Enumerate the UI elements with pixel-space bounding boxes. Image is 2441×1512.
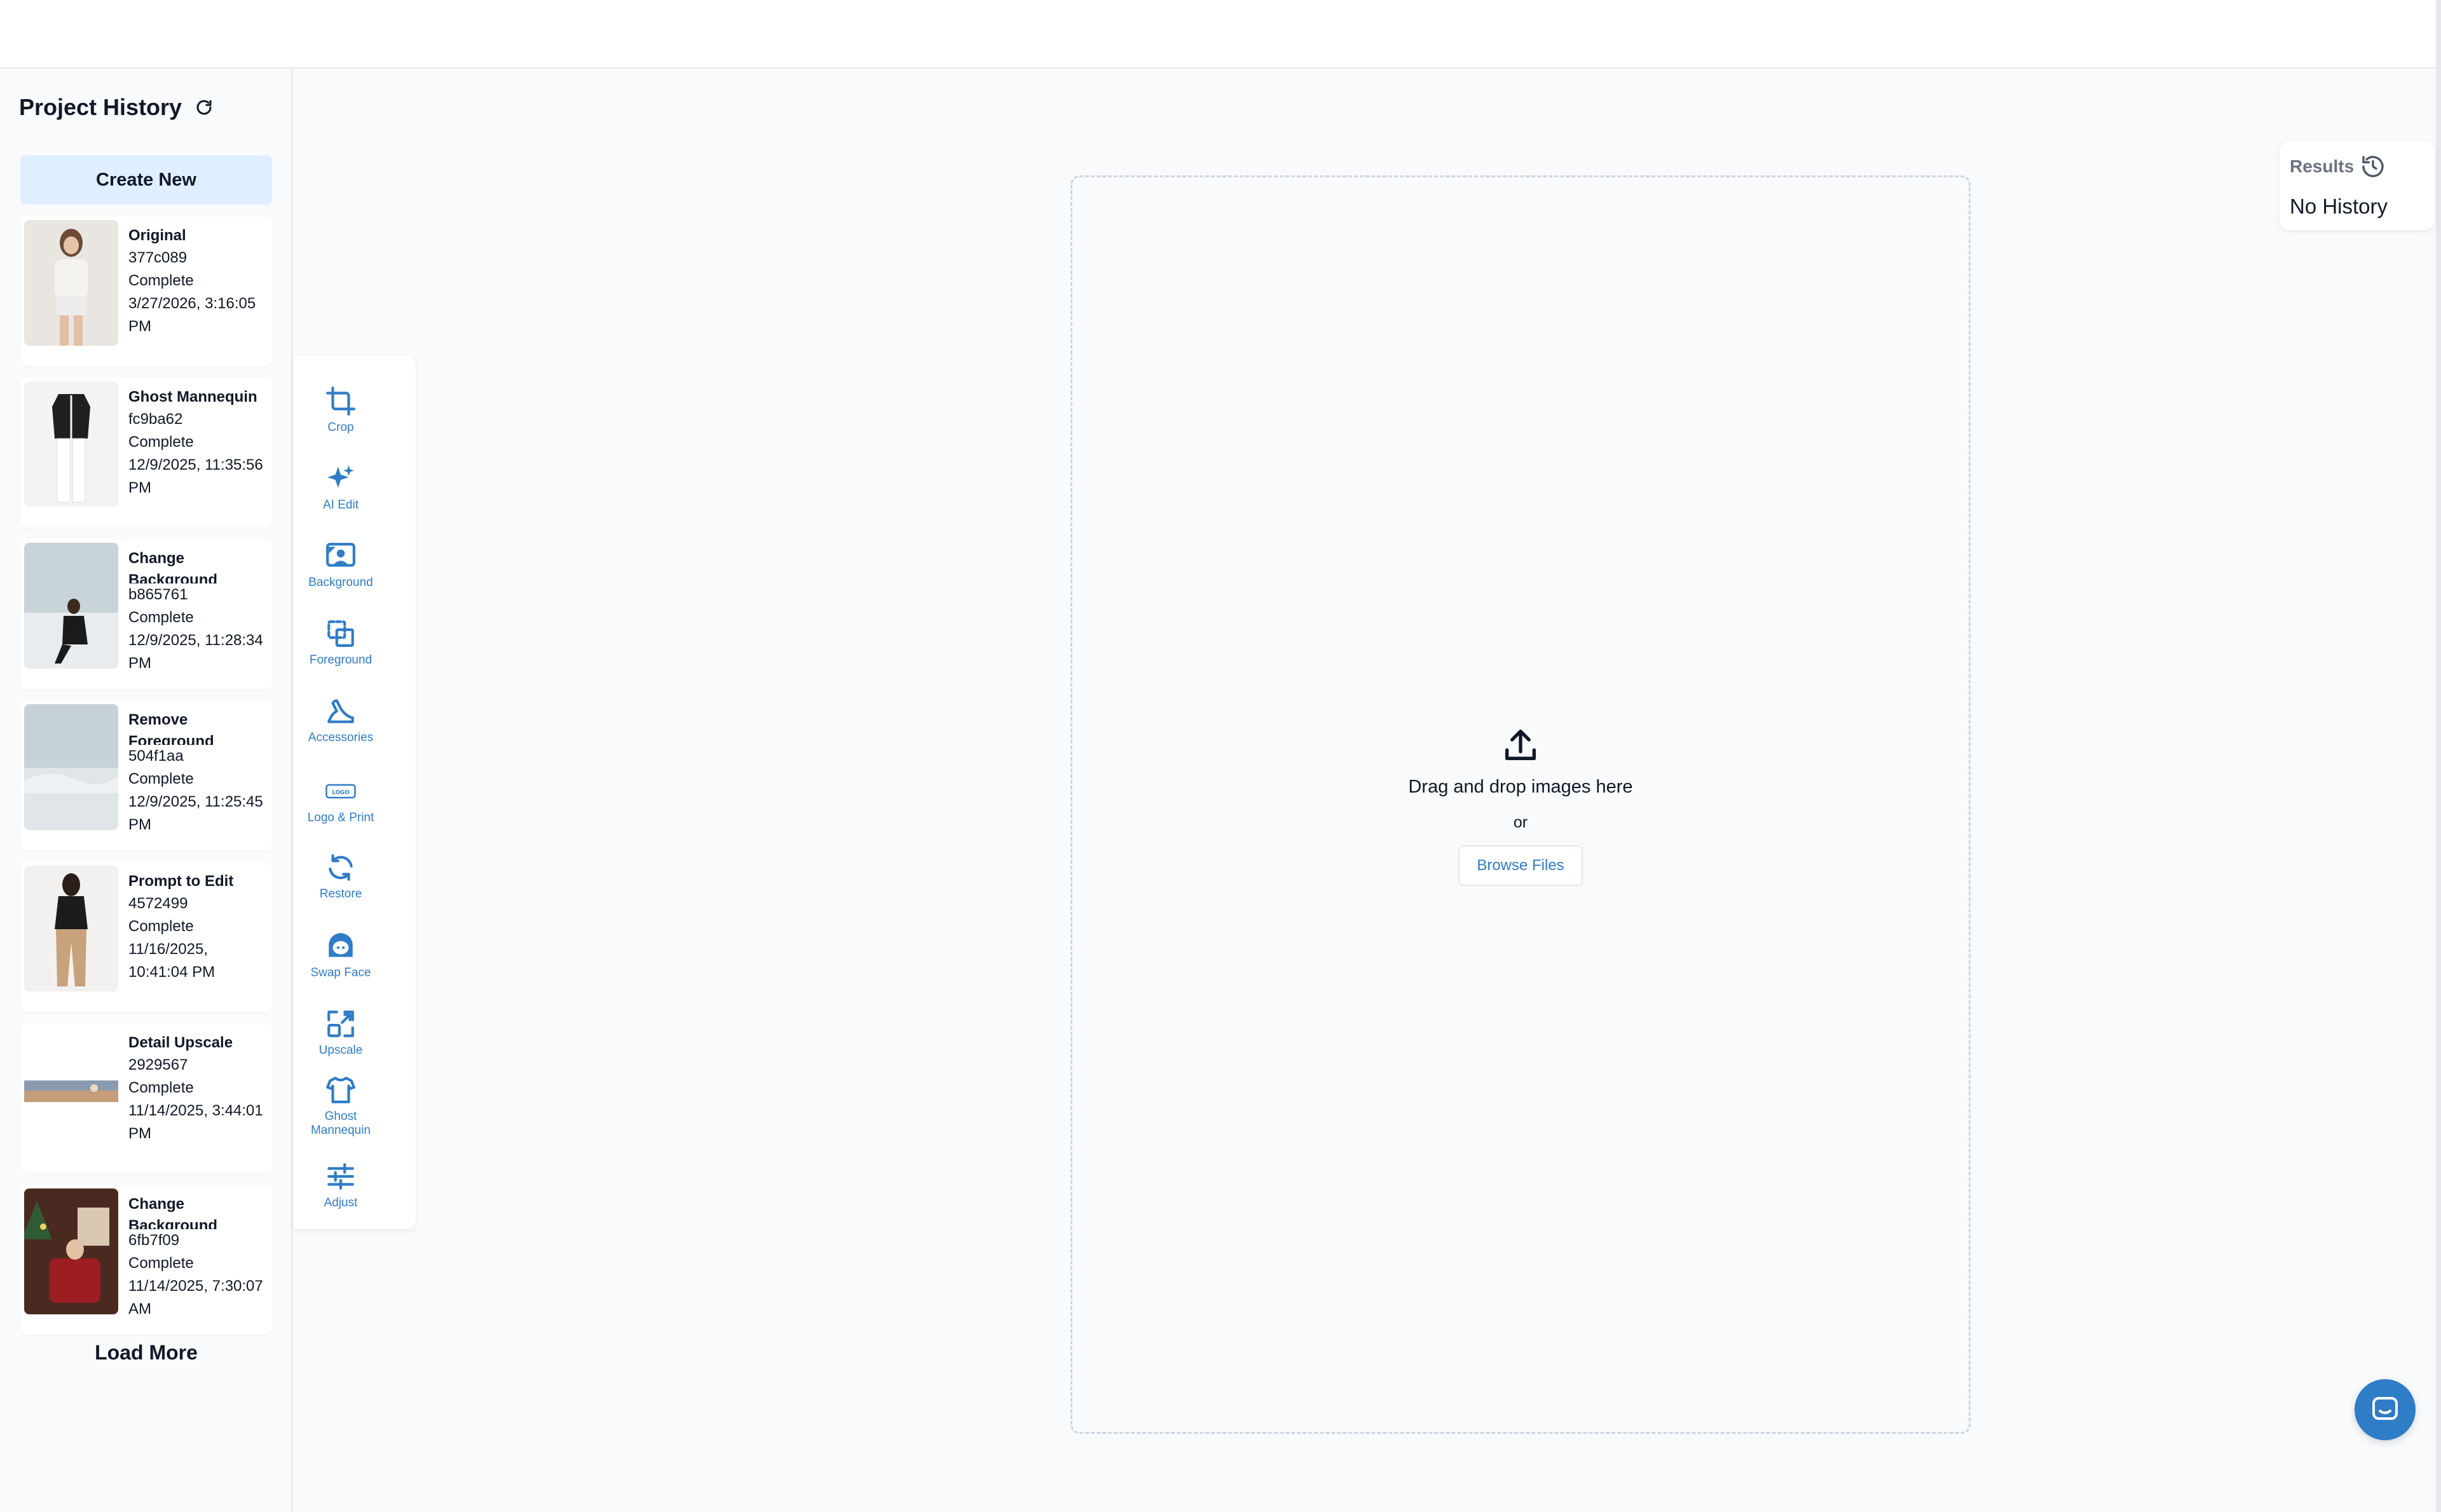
card-title: Ghost Mannequin [128, 388, 257, 405]
history-card[interactable]: Remove Foreground 504f1aa Complete 12/9/… [20, 700, 272, 850]
image-dropzone[interactable] [1070, 175, 1971, 1434]
dropzone-text: Drag and drop images here [1408, 777, 1633, 797]
background-icon [294, 540, 388, 572]
window-edge [2436, 0, 2441, 1512]
card-status: Complete [128, 272, 194, 289]
tool-background[interactable]: Background [294, 540, 388, 590]
tool-swap-face[interactable]: Swap Face [294, 930, 388, 980]
history-icon[interactable] [2360, 154, 2386, 179]
shirt-icon [294, 1074, 388, 1106]
face-icon [294, 930, 388, 962]
sidebar-title: Project History [19, 94, 182, 120]
tool-restore[interactable]: Restore [294, 852, 388, 901]
chat-icon [2370, 1394, 2400, 1425]
card-title: Detail Upscale [128, 1034, 233, 1051]
tool-label: Accessories [308, 731, 374, 744]
card-date: 11/16/2025, 10:41:04 PM [128, 941, 215, 981]
restore-icon [294, 852, 388, 883]
top-bar [0, 0, 2441, 69]
card-id: 504f1aa [128, 747, 184, 765]
logo-icon: LOGO [294, 775, 388, 807]
history-card[interactable]: Change Background b865761 Complete 12/9/… [20, 539, 272, 689]
tool-accessories[interactable]: Accessories [294, 695, 388, 745]
sparkles-icon [294, 463, 388, 494]
thumbnail-image [24, 704, 118, 830]
card-date: 11/14/2025, 7:30:07 AM [128, 1277, 263, 1318]
history-card[interactable]: Ghost Mannequin fc9ba62 Complete 12/9/20… [20, 378, 272, 528]
tool-label: Upscale [318, 1044, 363, 1057]
tool-label: Swap Face [310, 966, 371, 979]
thumbnail-image [24, 543, 118, 669]
sliders-icon [294, 1161, 388, 1192]
tool-label: Background [308, 576, 373, 589]
load-more-button[interactable]: Load More [20, 1341, 272, 1365]
card-status: Complete [128, 918, 194, 935]
project-history-sidebar: Project History Create New Original 377c… [0, 69, 292, 1512]
card-title: Change Background [128, 1195, 218, 1229]
card-id: 6fb7f09 [128, 1232, 180, 1249]
thumbnail-image [24, 1027, 118, 1153]
svg-text:LOGO: LOGO [332, 789, 349, 796]
card-title: Prompt to Edit [128, 873, 234, 890]
refresh-icon[interactable] [195, 98, 214, 117]
card-date: 12/9/2025, 11:35:56 PM [128, 456, 263, 496]
create-new-button[interactable]: Create New [20, 155, 272, 205]
tool-foreground[interactable]: Foreground [294, 618, 388, 667]
results-header: Results [2290, 154, 2386, 179]
tool-label: AI Edit [323, 498, 359, 512]
tool-label: Ghost Mannequin [310, 1110, 371, 1137]
upload-icon [1500, 725, 1541, 765]
tool-label: Logo & Print [307, 811, 374, 824]
tools-panel: Crop AI Edit Background Foreground Acces… [294, 356, 416, 1229]
thumbnail-image [24, 220, 118, 346]
tool-logo-print[interactable]: LOGO Logo & Print [294, 775, 388, 825]
history-card[interactable]: Original 377c089 Complete 3/27/2026, 3:1… [20, 216, 272, 366]
card-status: Complete [128, 1255, 194, 1272]
card-title: Original [128, 227, 186, 244]
history-card[interactable]: Change Background 6fb7f09 Complete 11/14… [20, 1185, 272, 1335]
upscale-icon [294, 1008, 388, 1040]
card-date: 11/14/2025, 3:44:01 PM [128, 1102, 263, 1142]
results-label: Results [2290, 156, 2355, 176]
history-list: Original 377c089 Complete 3/27/2026, 3:1… [20, 216, 272, 1346]
tool-adjust[interactable]: Adjust [294, 1161, 388, 1210]
history-card[interactable]: Detail Upscale 2929567 Complete 11/14/20… [20, 1023, 272, 1173]
thumbnail-image [24, 1188, 118, 1314]
history-card[interactable]: Prompt to Edit 4572499 Complete 11/16/20… [20, 862, 272, 1012]
card-id: 4572499 [128, 895, 188, 912]
sidebar-header: Project History [19, 94, 214, 121]
chat-button[interactable] [2355, 1379, 2416, 1440]
browse-files-button[interactable]: Browse Files [1458, 845, 1583, 886]
tool-ai-edit[interactable]: AI Edit [294, 463, 388, 512]
card-date: 3/27/2026, 3:16:05 PM [128, 295, 256, 335]
results-panel: Results No History [2280, 141, 2435, 230]
shoe-icon [294, 695, 388, 727]
card-status: Complete [128, 770, 194, 787]
card-id: fc9ba62 [128, 411, 183, 428]
crop-icon [294, 385, 388, 417]
card-title: Remove Foreground [128, 711, 214, 745]
card-id: 377c089 [128, 249, 188, 266]
tool-label: Restore [319, 887, 362, 901]
tool-crop[interactable]: Crop [294, 385, 388, 435]
foreground-icon [294, 618, 388, 650]
dropzone-or: or [1513, 814, 1528, 831]
card-id: b865761 [128, 586, 188, 603]
card-date: 12/9/2025, 11:25:45 PM [128, 793, 263, 833]
card-status: Complete [128, 609, 194, 626]
card-status: Complete [128, 1079, 194, 1096]
tool-label: Crop [327, 421, 354, 434]
card-date: 12/9/2025, 11:28:34 PM [128, 632, 263, 672]
tool-label: Foreground [309, 653, 373, 667]
tool-upscale[interactable]: Upscale [294, 1008, 388, 1058]
card-id: 2929567 [128, 1056, 188, 1073]
thumbnail-image [24, 381, 118, 507]
tool-ghost-mannequin[interactable]: Ghost Mannequin [294, 1074, 388, 1138]
tool-label: Adjust [324, 1196, 358, 1209]
thumbnail-image [24, 866, 118, 991]
results-empty-text: No History [2290, 194, 2388, 218]
card-status: Complete [128, 433, 194, 451]
card-title: Change Background [128, 550, 218, 583]
